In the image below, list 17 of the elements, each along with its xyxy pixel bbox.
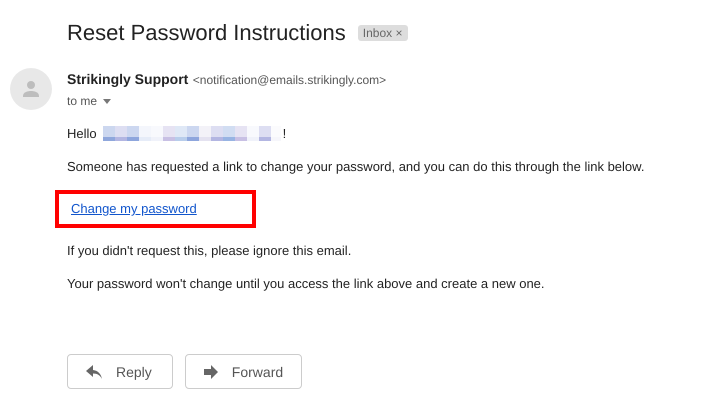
request-text: Someone has requested a link to change your password, and you can do this through the link below. xyxy=(67,159,646,175)
forward-button[interactable]: Forward xyxy=(184,354,302,389)
ignore-text: If you didn't request this, please ignore this email. xyxy=(67,243,352,259)
inbox-label[interactable]: Inbox × xyxy=(358,25,408,41)
caret-icon xyxy=(103,98,112,104)
greeting-text: Hello xyxy=(67,126,97,142)
recipient-dropdown[interactable]: to me xyxy=(67,94,112,108)
avatar-icon xyxy=(10,68,52,110)
sender-name: Strikingly Support xyxy=(67,71,188,87)
reply-button[interactable]: Reply xyxy=(67,354,173,389)
reply-icon xyxy=(86,364,102,378)
greeting-punctuation: ! xyxy=(282,126,286,142)
notice-text: Your password won't change until you access the link above and create a new one. xyxy=(67,276,546,292)
email-subject: Reset Password Instructions xyxy=(67,20,346,46)
change-password-link[interactable]: Change my password xyxy=(71,201,197,216)
forward-icon xyxy=(204,364,218,378)
sender-email: <notification@emails.strikingly.com> xyxy=(192,73,386,87)
